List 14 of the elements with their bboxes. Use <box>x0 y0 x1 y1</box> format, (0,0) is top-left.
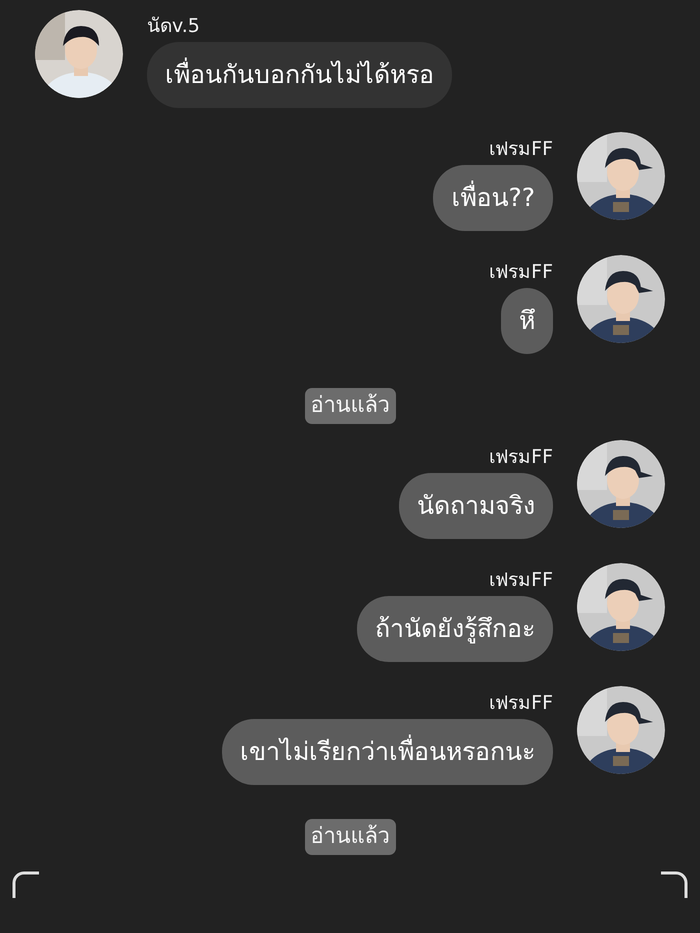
read-receipt: อ่านแล้ว <box>304 819 396 855</box>
sender-name: เฟรมFF <box>489 260 553 284</box>
sender-name: เฟรมFF <box>489 568 553 592</box>
message-bubble: เขาไม่เรียกว่าเพื่อนหรอกนะ <box>222 719 553 785</box>
sender-name: เฟรมFF <box>489 445 553 469</box>
message-bubble: นัดถามจริง <box>399 473 553 539</box>
message-bubble: เพื่อนกันบอกกันไม่ได้หรอ <box>147 42 452 108</box>
sender-name: เฟรมFF <box>489 691 553 715</box>
sender-name: เฟรมFF <box>489 137 553 161</box>
message-bubble: ถ้านัดยังรู้สึกอะ <box>357 596 553 662</box>
read-receipt: อ่านแล้ว <box>304 388 396 424</box>
message-bubble: เพื่อน?? <box>433 165 553 231</box>
sender-name: นัดv.5 <box>147 14 200 38</box>
message-bubble: หึ <box>501 288 553 354</box>
